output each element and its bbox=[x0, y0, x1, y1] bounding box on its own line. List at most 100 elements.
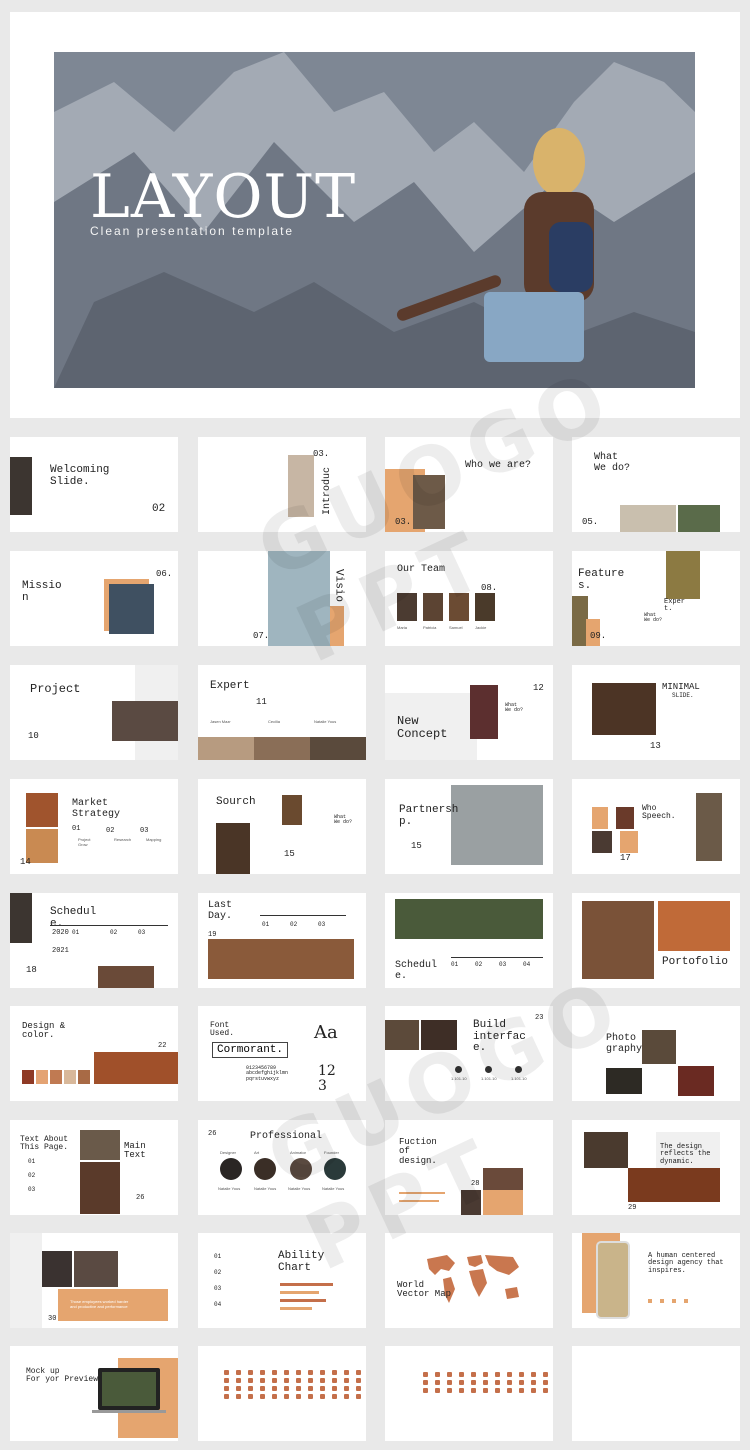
slide-mockup[interactable]: Mock up For yor Preview bbox=[10, 1346, 178, 1441]
slide-portofolio[interactable]: Portofolio bbox=[572, 893, 740, 988]
slide-schedule-2[interactable]: Schedul e. 01 02 03 04 bbox=[385, 893, 553, 988]
grid-icon bbox=[260, 1378, 265, 1383]
slide-text-about[interactable]: Text About This Page. 01 02 03 Main Text… bbox=[10, 1120, 178, 1215]
slide-minimal[interactable]: MINIMAL SLIDE. 13 bbox=[572, 665, 740, 760]
grid-icon bbox=[236, 1394, 241, 1399]
grid-icon bbox=[507, 1372, 512, 1377]
slide-number: 28 bbox=[471, 1180, 480, 1188]
role-label: Designer bbox=[220, 1150, 237, 1155]
icon-set bbox=[423, 1372, 553, 1393]
grid-icon bbox=[447, 1388, 452, 1393]
slide-font-used[interactable]: Font Used. Cormorant. Aa 12 3 0123456789… bbox=[198, 1006, 366, 1101]
slide-photo bbox=[208, 939, 354, 979]
slide-photo bbox=[98, 966, 154, 988]
slide-design-reflects[interactable]: The design reflects the dynamic. 29 bbox=[572, 1120, 740, 1215]
col-number: 04 bbox=[523, 961, 531, 968]
team-photo bbox=[475, 593, 495, 621]
progress-bar bbox=[399, 1200, 439, 1202]
slide-photo bbox=[666, 551, 700, 599]
slide-photo bbox=[470, 685, 498, 739]
font-sample-digits: 12 3 bbox=[318, 1063, 336, 1094]
slide-quote[interactable]: Those employees worked harder and produc… bbox=[10, 1233, 178, 1328]
slide-expert[interactable]: Expert 11 Jasen Mazr Cecilia Natalie You… bbox=[198, 665, 366, 760]
team-photo bbox=[449, 593, 469, 621]
slide-mission[interactable]: Missio n 06. bbox=[10, 551, 178, 646]
slide-sourch[interactable]: Sourch What We do? 15 bbox=[198, 779, 366, 874]
slide-human-centered[interactable]: A human centered design agency that insp… bbox=[572, 1233, 740, 1328]
role-label: Animator bbox=[290, 1150, 307, 1155]
social-icon[interactable] bbox=[672, 1299, 676, 1303]
slide-schedule[interactable]: Schedul e. 2020 2021 01 02 03 18 bbox=[10, 893, 178, 988]
slide-design-color[interactable]: Design & color. 22 bbox=[10, 1006, 178, 1101]
grid-icon bbox=[224, 1370, 229, 1375]
slide-blank[interactable] bbox=[572, 1346, 740, 1441]
slide-what-we-do[interactable]: What We do? 05. bbox=[572, 437, 740, 532]
year-label: 2020 bbox=[52, 929, 69, 937]
timeline-line bbox=[451, 957, 543, 958]
slide-market[interactable]: Market Strategy 01 02 03 Project Grow Re… bbox=[10, 779, 178, 874]
slide-title: What We do? bbox=[594, 452, 631, 474]
slide-photo bbox=[282, 795, 302, 825]
slide-world-map[interactable]: World Vector Map bbox=[385, 1233, 553, 1328]
slide-fuction[interactable]: Fuction of design. 28 bbox=[385, 1120, 553, 1215]
slide-title: Who Speech. bbox=[642, 804, 676, 822]
grid-icon bbox=[308, 1378, 313, 1383]
quote-text: Those employees worked harder and produc… bbox=[70, 1299, 129, 1309]
grid-icon bbox=[447, 1372, 452, 1377]
slide-build-interface[interactable]: Build interfac e. 23 1.101.10 1.101.10 1… bbox=[385, 1006, 553, 1101]
slide-title: Welcoming Slide. bbox=[50, 464, 110, 488]
slide-title: Schedul e. bbox=[395, 960, 438, 982]
slide-last-day[interactable]: Last Day. 01 02 03 19 bbox=[198, 893, 366, 988]
slide-our-team[interactable]: Our Team 08. Maria Patricia Samuel Jacki… bbox=[385, 551, 553, 646]
team-name: Patricia bbox=[423, 625, 437, 630]
slide-title: Text About This Page. bbox=[20, 1135, 69, 1153]
slide-expert: Exper t. bbox=[664, 598, 686, 614]
slide-number: 23 bbox=[535, 1014, 544, 1022]
slide-photo bbox=[658, 901, 730, 951]
slide-vision[interactable]: Visio 07. bbox=[198, 551, 366, 646]
hero-slide[interactable]: LAYOUT Clean presentation template bbox=[10, 12, 740, 418]
slide-photo bbox=[74, 1251, 118, 1287]
slide-title: Visio bbox=[332, 569, 345, 603]
slide-title: Feature s. bbox=[578, 568, 625, 592]
grid-icon bbox=[236, 1370, 241, 1375]
slide-photo bbox=[582, 901, 654, 979]
slide-photo bbox=[10, 893, 32, 943]
world-map-icon bbox=[427, 1255, 519, 1303]
social-icon[interactable] bbox=[660, 1299, 664, 1303]
slide-features[interactable]: Feature s. 09. Exper t. What We do? bbox=[572, 551, 740, 646]
slide-title: Photo graphy bbox=[606, 1033, 643, 1055]
slide-new-concept[interactable]: New Concept What We do? 12 bbox=[385, 665, 553, 760]
grid-icon bbox=[543, 1372, 548, 1377]
grid-icon bbox=[248, 1370, 253, 1375]
slide-ability-chart[interactable]: 01 02 03 04 Ability Chart bbox=[198, 1233, 366, 1328]
slide-introduce[interactable]: 03. Introduc bbox=[198, 437, 366, 532]
slide-who-speech[interactable]: Who Speech. 17 bbox=[572, 779, 740, 874]
grid-icon bbox=[471, 1388, 476, 1393]
slide-number: 15 bbox=[284, 849, 295, 859]
slide-partnership[interactable]: Partnersh p. 15 bbox=[385, 779, 553, 874]
slide-icons-1[interactable] bbox=[198, 1346, 366, 1441]
accent-block bbox=[483, 1190, 523, 1215]
slide-title: Mock up For yor Preview bbox=[26, 1367, 99, 1385]
step-number: 03 bbox=[140, 827, 149, 835]
person-name: Natalie Yous bbox=[288, 1186, 311, 1191]
slide-project[interactable]: Project 10 bbox=[10, 665, 178, 760]
slide-sub: What We do? bbox=[644, 612, 663, 624]
grid-icon bbox=[423, 1372, 428, 1377]
slide-professional[interactable]: 26 Professional Designer Art Animator Fo… bbox=[198, 1120, 366, 1215]
slide-title: Expert bbox=[210, 680, 250, 692]
slide-who-we-are[interactable]: Who we are? 03. bbox=[385, 437, 553, 532]
social-icon[interactable] bbox=[648, 1299, 652, 1303]
grid-icon bbox=[495, 1380, 500, 1385]
laptop-base bbox=[92, 1410, 166, 1413]
social-icon[interactable] bbox=[684, 1299, 688, 1303]
slide-photography[interactable]: Photo graphy bbox=[572, 1006, 740, 1101]
year-label: 2021 bbox=[52, 947, 69, 955]
grid-icon bbox=[308, 1370, 313, 1375]
slide-welcoming[interactable]: Welcoming Slide. 02 bbox=[10, 437, 178, 532]
grid-icon bbox=[224, 1386, 229, 1391]
stat-icon bbox=[515, 1066, 522, 1073]
slide-icons-2[interactable] bbox=[385, 1346, 553, 1441]
grid-icon bbox=[435, 1380, 440, 1385]
